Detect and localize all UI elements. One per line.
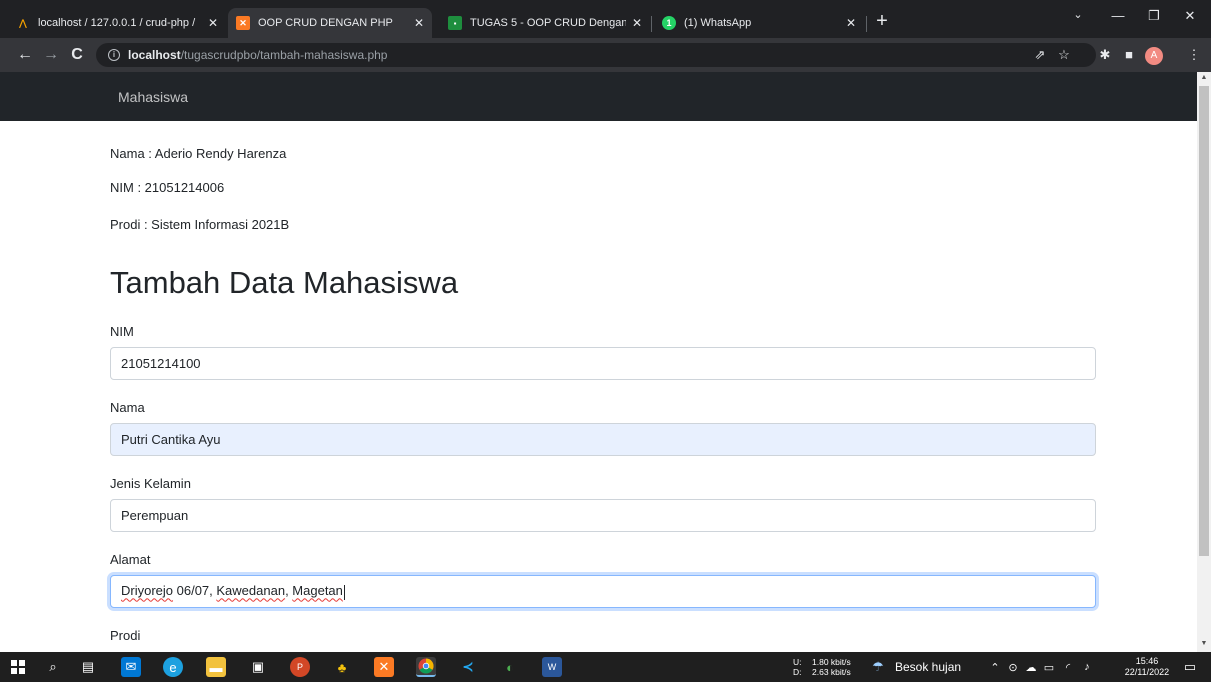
nama-input[interactable]: Putri Cantika Ayu [110, 423, 1096, 456]
alamat-label: Alamat [110, 552, 151, 567]
mail-icon[interactable]: ✉ [121, 657, 141, 677]
address-bar[interactable]: i localhost/tugascrudpbo/tambah-mahasisw… [96, 43, 1096, 67]
wifi-icon[interactable]: ◜ [1061, 657, 1075, 677]
browser-toolbar: ← → C i localhost/tugascrudpbo/tambah-ma… [0, 38, 1211, 72]
net-up-label: U: [793, 657, 802, 667]
tab-whatsapp[interactable]: 1 (1) WhatsApp ✕ [654, 8, 864, 38]
weather-text[interactable]: Besok hujan [895, 660, 961, 674]
back-button[interactable]: ← [14, 44, 36, 66]
net-up-speed: 1.80 kbit/s [812, 657, 851, 667]
scroll-up-arrow-icon[interactable]: ▲ [1197, 72, 1211, 84]
page-title: Tambah Data Mahasiswa [110, 265, 459, 300]
app-icon-2[interactable]: ◐ [500, 657, 520, 677]
restore-button[interactable]: ❐ [1142, 8, 1166, 30]
url-path: /tugascrudpbo/tambah-mahasiswa.php [180, 48, 388, 62]
menu-kebab-icon[interactable]: ⋮ [1186, 47, 1202, 63]
powerpoint-icon[interactable]: P [290, 657, 310, 677]
jenis-kelamin-input[interactable]: Perempuan [110, 499, 1096, 532]
volume-icon[interactable]: ♪ [1080, 657, 1094, 677]
chrome-icon[interactable] [416, 657, 436, 677]
spellcheck-word: Magetan [292, 583, 343, 599]
edge-icon[interactable]: e [163, 657, 183, 677]
page-viewport: Mahasiswa Nama : Aderio Rendy Harenza NI… [0, 72, 1197, 652]
site-navbar: Mahasiswa [0, 72, 1197, 121]
task-view-icon[interactable]: ▤ [78, 657, 98, 677]
tab-separator [866, 16, 867, 32]
new-tab-button[interactable]: + [870, 10, 894, 34]
close-icon[interactable]: ✕ [846, 16, 856, 30]
classroom-icon: ▪ [448, 16, 462, 30]
chevron-up-icon[interactable]: ⌃ [988, 657, 1002, 677]
forward-button[interactable]: → [40, 44, 62, 66]
alamat-input[interactable]: Driyorejo 06/07, Kawedanan, Magetan [110, 575, 1096, 608]
extensions-icon[interactable]: ✱ [1097, 47, 1113, 63]
scroll-down-arrow-icon[interactable]: ▼ [1197, 638, 1211, 650]
net-down-speed: 2.63 kbit/s [812, 667, 851, 677]
student-nim: NIM : 21051214006 [110, 180, 225, 195]
net-down-label: D: [793, 667, 802, 677]
rain-umbrella-icon[interactable]: ☂ [868, 657, 888, 677]
battery-icon[interactable]: ▭ [1042, 657, 1056, 677]
spellcheck-word: Kawedanan [216, 583, 286, 599]
file-explorer-icon[interactable]: ▬ [206, 657, 226, 677]
app-icon[interactable]: ♣ [332, 657, 352, 677]
whatsapp-icon: 1 [662, 16, 676, 30]
tab-phpmyadmin[interactable]: ⋀ localhost / 127.0.0.1 / crud-php / ✕ [8, 8, 226, 38]
paint-icon[interactable]: ▣ [248, 657, 268, 677]
scrollbar-thumb[interactable] [1199, 86, 1209, 556]
profile-avatar[interactable]: A [1145, 47, 1163, 65]
cloud-icon[interactable]: ☁ [1024, 657, 1038, 677]
xampp-icon[interactable]: ✕ [374, 657, 394, 677]
search-icon[interactable]: ⌕ [43, 657, 63, 677]
page-scrollbar[interactable]: ▲ ▼ [1197, 72, 1211, 652]
notification-icon[interactable]: ▭ [1180, 657, 1200, 677]
close-icon[interactable]: ✕ [414, 16, 424, 30]
nama-label: Nama [110, 400, 145, 415]
side-panel-icon[interactable]: ■ [1121, 47, 1137, 63]
bookmark-star-icon[interactable]: ☆ [1056, 47, 1072, 63]
word-icon[interactable]: W [542, 657, 562, 677]
navbar-brand[interactable]: Mahasiswa [118, 89, 188, 105]
xampp-icon: ✕ [236, 16, 250, 30]
tray-app-icon[interactable]: ⊙ [1006, 657, 1020, 677]
vscode-icon[interactable]: ≺ [458, 657, 478, 677]
nim-label: NIM [110, 324, 134, 339]
taskbar-clock[interactable]: 15:46 22/11/2022 [1124, 656, 1170, 678]
close-icon[interactable]: ✕ [208, 16, 218, 30]
close-window-button[interactable]: ✕ [1178, 8, 1202, 30]
jenis-kelamin-label: Jenis Kelamin [110, 476, 191, 491]
info-icon[interactable]: i [108, 49, 120, 61]
text-caret [343, 584, 345, 600]
share-icon[interactable]: ⇗ [1032, 47, 1048, 63]
tab-separator [651, 16, 652, 32]
minimize-button[interactable]: — [1106, 8, 1130, 30]
reload-button[interactable]: C [66, 44, 88, 66]
windows-start-icon[interactable] [8, 657, 28, 677]
student-name: Nama : Aderio Rendy Harenza [110, 146, 287, 161]
url-host: localhost [128, 48, 181, 62]
spellcheck-word: Driyorejo [121, 583, 174, 599]
nim-input[interactable]: 21051214100 [110, 347, 1096, 380]
browser-tab-strip: ⋀ localhost / 127.0.0.1 / crud-php / ✕ ✕… [0, 0, 1211, 38]
tab-tugas5[interactable]: ▪ TUGAS 5 - OOP CRUD Dengan P ✕ [440, 8, 650, 38]
student-prodi: Prodi : Sistem Informasi 2021B [110, 217, 290, 232]
close-icon[interactable]: ✕ [632, 16, 642, 30]
prodi-label: Prodi [110, 628, 141, 643]
phpmyadmin-icon: ⋀ [19, 17, 27, 28]
windows-taskbar: ⌕ ▤ ✉ e ▬ ▣ P ♣ ✕ ≺ ◐ W U: D: 1.80 kbit/… [0, 652, 1211, 682]
tab-oop-crud[interactable]: ✕ OOP CRUD DENGAN PHP ✕ [228, 8, 432, 38]
tab-search-icon[interactable]: ⌄ [1066, 8, 1090, 30]
